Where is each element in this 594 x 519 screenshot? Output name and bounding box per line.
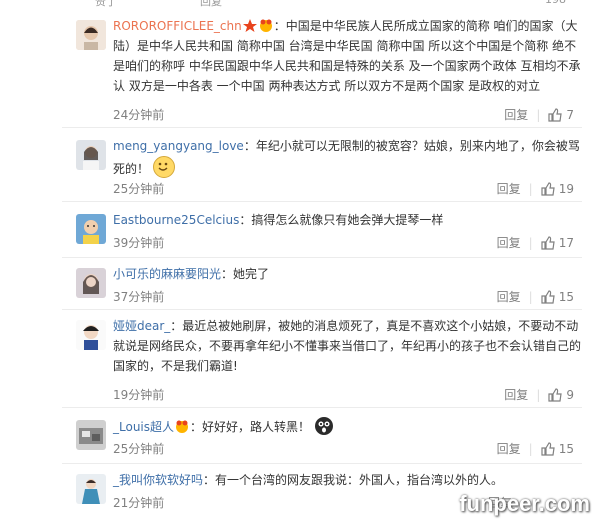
comment-actions: 回复 | 17	[497, 234, 574, 251]
avatar[interactable]	[76, 214, 106, 244]
avatar[interactable]	[76, 420, 106, 450]
watermark: funpeer.com	[459, 491, 590, 516]
divider: |	[528, 441, 533, 456]
comment-actions: 回复 | 19	[497, 180, 574, 197]
divider: |	[528, 235, 533, 250]
thumbs-up-icon[interactable]	[548, 387, 563, 402]
top-strip: 赞了 回复 198	[0, 0, 594, 8]
comment-time: 39分钟前	[113, 236, 165, 250]
comment-actions: 回复 | 15	[497, 440, 574, 457]
thumbs-up-icon[interactable]	[541, 181, 555, 196]
reply-button[interactable]: 回复	[497, 234, 521, 251]
username-link[interactable]: meng_yangyang_love	[113, 139, 244, 153]
divider: |	[536, 387, 541, 402]
like-count: 19	[558, 181, 574, 196]
thumbs-up-icon[interactable]	[548, 107, 563, 122]
avatar[interactable]	[76, 320, 106, 350]
comment-time: 19分钟前	[113, 388, 165, 402]
thumbs-up-icon[interactable]	[541, 289, 555, 304]
vip-badge-icon	[176, 420, 189, 433]
comment-time: 25分钟前	[113, 182, 165, 196]
username-link[interactable]: ROROROFFICLEE_chn	[113, 19, 242, 33]
comment-time: 24分钟前	[113, 108, 165, 122]
like-count: 15	[558, 289, 574, 304]
comment-item: ROROROFFICLEE_chn ：中国是中华民族人民所成立国家的简称 咱们的国…	[62, 8, 582, 128]
comment-item: Eastbourne25Celcius：搞得怎么就像只有她会弹大提琴一样 39分…	[62, 202, 582, 258]
comment-text: ：有一个台湾的网友跟我说：外国人，指台湾以外的人。	[203, 473, 504, 487]
comment-text: ：最近总被她刷屏，被她的消息烦死了，真是不喜欢这个小姑娘，不要动不动就说是网络民…	[113, 319, 582, 373]
comment-item: meng_yangyang_love：年纪小就可以无限制的被宽容？姑娘，别来内地…	[62, 128, 582, 202]
username-link[interactable]: _Louis超人	[113, 420, 174, 434]
username-link[interactable]: 娅娅dear_	[113, 319, 170, 333]
comment-time: 21分钟前	[113, 496, 165, 510]
comment-text: ：好好好，路人转黑！	[190, 420, 311, 434]
top-strip-mid: 回复	[200, 0, 222, 8]
avatar[interactable]	[76, 268, 106, 298]
divider: |	[528, 181, 533, 196]
comment-actions: 回复 | 15	[497, 288, 574, 305]
thumbs-up-icon[interactable]	[541, 235, 555, 250]
comment-text: ：搞得怎么就像只有她会弹大提琴一样	[239, 213, 444, 227]
comment-item: _Louis超人 ：好好好，路人转黑！ 25分钟前 回复 | 15	[62, 408, 582, 464]
reply-button[interactable]: 回复	[497, 180, 521, 197]
comment-time: 37分钟前	[113, 290, 165, 304]
like-count: 15	[558, 441, 574, 456]
reply-button[interactable]: 回复	[504, 106, 528, 123]
top-strip-right: 198	[545, 0, 566, 6]
reply-button[interactable]: 回复	[497, 440, 521, 457]
reply-button[interactable]: 回复	[504, 386, 528, 403]
divider: |	[528, 289, 533, 304]
shocked-emoji-icon	[314, 417, 333, 435]
comment-text: ：她完了	[221, 267, 270, 281]
comment-item: 小可乐的麻麻要阳光：她完了 37分钟前 回复 | 15	[62, 258, 582, 310]
vip-badge-icon	[259, 19, 272, 32]
star-badge-icon	[242, 19, 257, 32]
avatar[interactable]	[76, 474, 106, 504]
comment-actions: 回复 | 7	[504, 106, 574, 123]
top-strip-left: 赞了	[95, 0, 117, 8]
like-count: 9	[566, 387, 574, 402]
divider: |	[536, 107, 541, 122]
username-link[interactable]: _我叫你软软好吗	[113, 473, 203, 487]
avatar[interactable]	[76, 20, 106, 50]
like-count: 17	[558, 235, 574, 250]
username-link[interactable]: Eastbourne25Celcius	[113, 213, 239, 227]
avatar[interactable]	[76, 140, 106, 170]
reply-button[interactable]: 回复	[497, 288, 521, 305]
smile-emoji-icon	[152, 156, 175, 178]
username-link[interactable]: 小可乐的麻麻要阳光	[113, 267, 221, 281]
like-count: 7	[566, 107, 574, 122]
comment-actions: 回复 | 9	[504, 386, 574, 403]
comment-time: 25分钟前	[113, 442, 165, 456]
thumbs-up-icon[interactable]	[541, 441, 555, 456]
comment-item: 娅娅dear_：最近总被她刷屏，被她的消息烦死了，真是不喜欢这个小姑娘，不要动不…	[62, 310, 582, 408]
